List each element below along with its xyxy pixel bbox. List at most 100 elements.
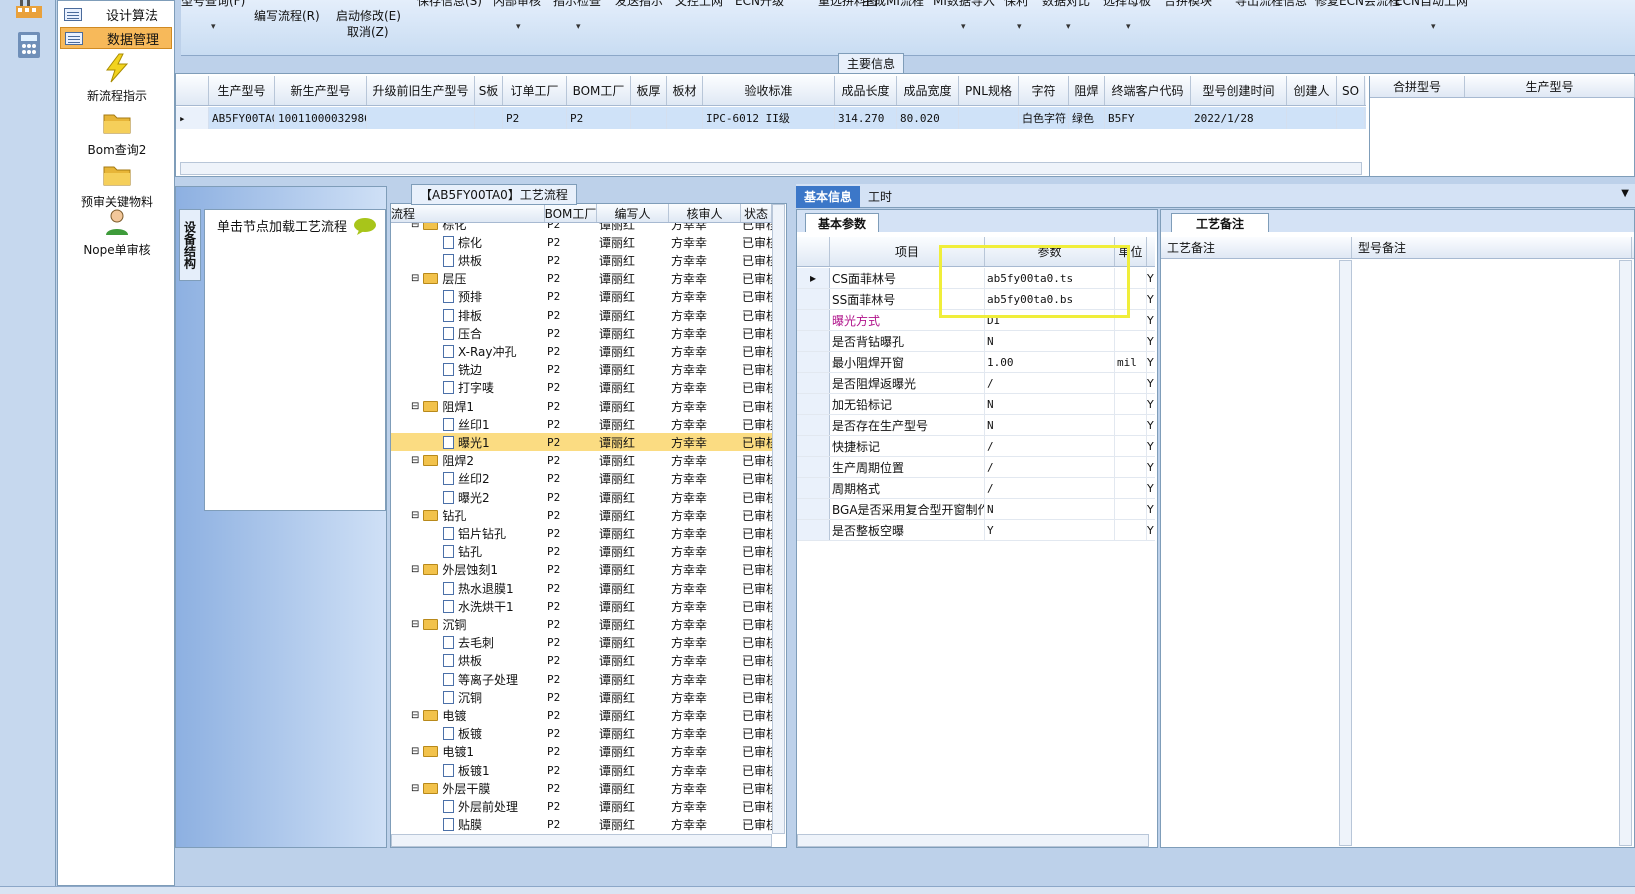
toolbar-button[interactable]: 保存信息(S) [417, 0, 482, 9]
chevron-down-icon[interactable]: ▾ [211, 22, 216, 32]
toolbar-button[interactable]: 保利 [1004, 0, 1028, 9]
tree-row[interactable]: 铣边 P2 谭丽红 方幸幸 已审核 [391, 361, 772, 379]
column-header[interactable]: 流程 [391, 204, 545, 222]
tree-row[interactable]: 外层前处理 P2 谭丽红 方幸幸 已审核 [391, 797, 772, 815]
tree-row[interactable]: X-Ray冲孔 P2 谭丽红 方幸幸 已审核 [391, 342, 772, 360]
collapse-icon[interactable]: ⊟ [411, 273, 419, 284]
tree-row[interactable]: ⊟ 层压 P2 谭丽红 方幸幸 已审核 [391, 270, 772, 288]
tab-hours[interactable]: 工时 [868, 188, 892, 205]
column-header[interactable]: S板 [475, 76, 503, 105]
collapse-icon[interactable]: ⊟ [411, 710, 419, 721]
param-row[interactable]: 是否存在生产型号 N Y [797, 415, 1155, 436]
tree-row[interactable]: 排板 P2 谭丽红 方幸幸 已审核 [391, 306, 772, 324]
column-header[interactable]: SO [1337, 76, 1365, 105]
tree-row[interactable]: 打字唛 P2 谭丽红 方幸幸 已审核 [391, 379, 772, 397]
table-row[interactable]: ▸ AB5FY00TA0 10011000032986 P2 P2 IPC-6012 II… [176, 107, 1366, 129]
tree-row[interactable]: 板镀1 P2 谭丽红 方幸幸 已审核 [391, 761, 772, 779]
chevron-down-icon[interactable]: ▾ [1066, 22, 1071, 32]
column-header[interactable]: 阻焊 [1069, 76, 1105, 105]
column-header[interactable]: 型号创建时间 [1191, 76, 1287, 105]
tree-row[interactable]: ⊟ 棕化 P2 谭丽红 方幸幸 已审核 [391, 223, 772, 233]
column-header[interactable]: 升级前旧生产型号 [367, 76, 475, 105]
tree-row[interactable]: 等离子处理 P2 谭丽红 方幸幸 已审核 [391, 670, 772, 688]
chevron-down-icon[interactable]: ▾ [1126, 22, 1131, 32]
column-header[interactable]: PNL规格 [959, 76, 1019, 105]
factory-icon[interactable] [14, 0, 44, 24]
column-header[interactable]: 型号备注 [1352, 237, 1632, 258]
calculator-icon[interactable] [14, 30, 44, 60]
collapse-icon[interactable]: ⊟ [411, 223, 419, 230]
toolbar-button[interactable]: 选择母板 [1103, 0, 1151, 9]
column-header[interactable]: 创建人 [1287, 76, 1337, 105]
param-row[interactable]: 是否整板空曝 Y Y [797, 520, 1155, 541]
tree-row[interactable]: ⊟ 外层干膜 P2 谭丽红 方幸幸 已审核 [391, 779, 772, 797]
toolbar-button[interactable]: 导出流程信息 [1235, 0, 1307, 9]
tree-row[interactable]: 沉铜 P2 谭丽红 方幸幸 已审核 [391, 688, 772, 706]
param-row[interactable]: 快捷标记 / Y [797, 436, 1155, 457]
column-header[interactable]: 终端客户代码 [1105, 76, 1191, 105]
column-header[interactable]: 新生产型号 [275, 76, 367, 105]
toolbar-button[interactable]: 型号查询(F) [181, 0, 245, 9]
column-header[interactable]: 合拼型号 [1370, 76, 1465, 97]
column-header[interactable]: 状态 [741, 204, 772, 222]
tree-row[interactable]: 丝印1 P2 谭丽红 方幸幸 已审核 [391, 415, 772, 433]
tree-row[interactable]: ⊟ 沉铜 P2 谭丽红 方幸幸 已审核 [391, 615, 772, 633]
tree-row[interactable]: 预排 P2 谭丽红 方幸幸 已审核 [391, 288, 772, 306]
tree-row[interactable]: 去毛刺 P2 谭丽红 方幸幸 已审核 [391, 634, 772, 652]
column-header[interactable]: 成品长度 [835, 76, 897, 105]
edit-flow-button[interactable]: 编写流程(R) [254, 7, 320, 24]
tree-row[interactable]: ⊟ 外层蚀刻1 P2 谭丽红 方幸幸 已审核 [391, 561, 772, 579]
chevron-down-icon[interactable]: ▾ [1017, 22, 1022, 32]
tree-row[interactable]: 热水退膜1 P2 谭丽红 方幸幸 已审核 [391, 579, 772, 597]
remarks-vscroll-1[interactable] [1339, 260, 1352, 846]
main-info-hscroll[interactable] [180, 162, 1362, 175]
tree-row[interactable]: ⊟ 电镀1 P2 谭丽红 方幸幸 已审核 [391, 743, 772, 761]
param-row[interactable]: BGA是否采用复合型开窗制作 N Y [797, 499, 1155, 520]
process-vscroll[interactable] [772, 204, 785, 834]
tree-row[interactable]: 烘板 P2 谭丽红 方幸幸 已审核 [391, 652, 772, 670]
toolbar-button[interactable]: MI数据导入 [933, 0, 995, 9]
tree-row[interactable]: 丝印2 P2 谭丽红 方幸幸 已审核 [391, 470, 772, 488]
toolbar-button[interactable]: 修复ECN会流程 [1315, 0, 1400, 9]
collapse-icon[interactable]: ⊟ [411, 564, 419, 575]
dropdown-icon[interactable]: ▼ [1621, 188, 1629, 199]
column-header[interactable]: BOM工厂 [545, 204, 597, 222]
param-row[interactable]: 是否阻焊返曝光 / Y [797, 373, 1155, 394]
chevron-down-icon[interactable]: ▾ [1431, 22, 1436, 32]
toolbar-button[interactable]: 数据对比 [1042, 0, 1090, 9]
tree-row[interactable]: ⊟ 钻孔 P2 谭丽红 方幸幸 已审核 [391, 506, 772, 524]
tab-process-remarks[interactable]: 工艺备注 [1171, 213, 1270, 232]
tab-basic-info[interactable]: 基本信息 [796, 186, 861, 208]
column-header[interactable]: 生产型号 [1465, 76, 1635, 97]
toolbar-button[interactable]: 文控上网 [675, 0, 723, 9]
column-header[interactable]: 核审人 [669, 204, 741, 222]
start-modify-button[interactable]: 启动修改(E) [336, 7, 401, 24]
toolbar-button[interactable]: 合拼模块 [1164, 0, 1212, 9]
param-row[interactable]: 周期格式 / Y [797, 478, 1155, 499]
column-header[interactable]: 验收标准 [703, 76, 835, 105]
tree-row[interactable]: 钻孔 P2 谭丽红 方幸幸 已审核 [391, 543, 772, 561]
column-header[interactable]: 板厚 [631, 76, 667, 105]
tree-row[interactable]: 铝片钻孔 P2 谭丽红 方幸幸 已审核 [391, 524, 772, 542]
tool-pre-review[interactable]: 预审关键物料 [58, 159, 176, 210]
param-row[interactable]: 最小阻焊开窗 1.00 mil Y [797, 352, 1155, 373]
param-row[interactable]: 是否背钻曝孔 N Y [797, 331, 1155, 352]
tab-basic-params[interactable]: 基本参数 [805, 213, 880, 232]
tree-row[interactable]: 水洗烘干1 P2 谭丽红 方幸幸 已审核 [391, 597, 772, 615]
remarks-vscroll-2[interactable] [1619, 260, 1632, 846]
column-header[interactable]: 字符 [1019, 76, 1069, 105]
toolbar-button[interactable]: ECN升级 [735, 0, 784, 9]
tool-new-flow[interactable]: 新流程指示 [58, 53, 176, 104]
process-hscroll[interactable] [391, 834, 772, 847]
tree-row[interactable]: 曝光2 P2 谭丽红 方幸幸 已审核 [391, 488, 772, 506]
collapse-icon[interactable]: ⊟ [411, 783, 419, 794]
collapse-icon[interactable]: ⊟ [411, 746, 419, 757]
chevron-down-icon[interactable]: ▾ [576, 22, 581, 32]
column-header[interactable]: 生产型号 [209, 76, 275, 105]
structure-tree[interactable]: 单击节点加载工艺流程 [204, 209, 386, 511]
tree-row[interactable]: 烘板 P2 谭丽红 方幸幸 已审核 [391, 251, 772, 269]
tool-nope-review[interactable]: Nope单审核 [58, 207, 176, 258]
param-row[interactable]: 加无铅标记 N Y [797, 394, 1155, 415]
column-header[interactable]: BOM工厂 [567, 76, 631, 105]
column-header[interactable]: 编写人 [597, 204, 669, 222]
